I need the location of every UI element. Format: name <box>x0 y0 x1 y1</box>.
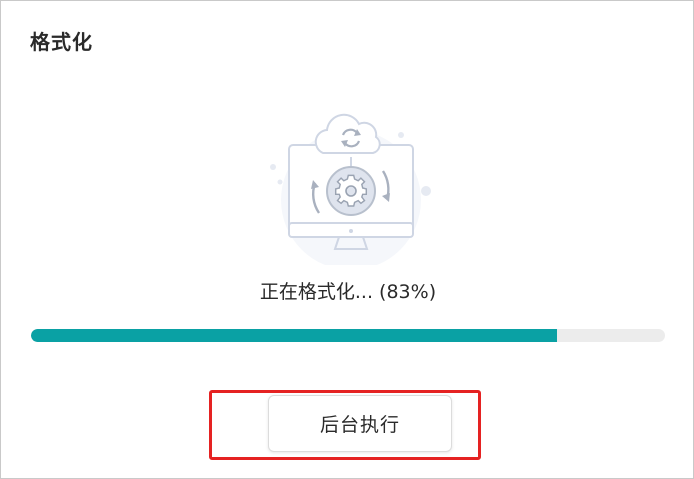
progress-bar-fill <box>31 329 558 342</box>
format-dialog: 格式化 正在格式化... (83%) 后台执行 <box>0 0 694 479</box>
cloud-sync-monitor-gear-icon <box>270 113 431 265</box>
dialog-title: 格式化 <box>30 30 93 54</box>
progress-bar <box>31 329 665 342</box>
progress-status-text: 正在格式化... (83%) <box>259 281 437 303</box>
run-in-background-button[interactable]: 后台执行 <box>268 395 452 452</box>
